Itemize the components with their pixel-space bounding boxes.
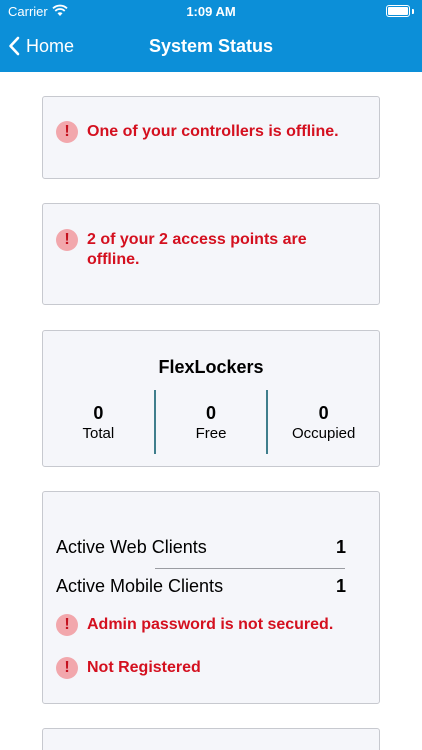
row-divider [155, 568, 345, 569]
row-label: Active Web Clients [56, 537, 207, 557]
stat-total: 0 Total [43, 390, 154, 454]
alert-text: One of your controllers is offline. [87, 123, 339, 140]
nav-header: Carrier 1:09 AM Home System Status [0, 0, 422, 72]
alert-text: Not Registered [87, 659, 201, 676]
stat-free: 0 Free [153, 390, 267, 454]
stat-occupied: 0 Occupied [266, 390, 379, 454]
battery-icon [386, 5, 410, 17]
admin-password-alert: ! Admin password is not secured. [56, 614, 334, 636]
stat-value: 0 [93, 403, 104, 423]
stat-label: Occupied [291, 425, 356, 442]
controller-alert-card: ! One of your controllers is offline. [42, 96, 380, 179]
alert-icon: ! [56, 229, 78, 251]
alert-text: 2 of your 2 access points are offline. [87, 231, 307, 268]
stat-label: Total [82, 425, 115, 442]
next-card [42, 728, 380, 750]
access-point-alert-card: ! 2 of your 2 access points are offline. [42, 203, 380, 305]
controller-offline-alert: ! One of your controllers is offline. [56, 121, 339, 143]
row-value: 1 [335, 537, 346, 557]
flexlockers-card: FlexLockers 0 Total 0 Free 0 Occupied [42, 330, 380, 467]
locker-stats: 0 Total 0 Free 0 Occupied [43, 390, 379, 454]
stat-value: 0 [318, 403, 329, 423]
mobile-clients-row: Active Mobile Clients 1 [56, 576, 346, 597]
access-point-offline-alert: ! 2 of your 2 access points are offline. [56, 229, 356, 270]
clients-card: Active Web Clients 1 Active Mobile Clien… [42, 491, 380, 704]
battery-tip [412, 9, 414, 14]
alert-icon: ! [56, 657, 78, 679]
status-bar: Carrier 1:09 AM [0, 0, 422, 24]
alert-text: Admin password is not secured. [87, 616, 334, 633]
status-time: 1:09 AM [186, 4, 236, 19]
flexlockers-title: FlexLockers [158, 357, 264, 377]
row-value: 1 [335, 576, 346, 596]
stat-label: Free [195, 425, 227, 442]
stat-value: 0 [206, 403, 217, 423]
alert-icon: ! [56, 121, 78, 143]
row-label: Active Mobile Clients [56, 576, 224, 596]
page-title: System Status [148, 36, 274, 56]
web-clients-row: Active Web Clients 1 [56, 537, 346, 558]
alert-icon: ! [56, 614, 78, 636]
not-registered-alert: ! Not Registered [56, 657, 201, 679]
